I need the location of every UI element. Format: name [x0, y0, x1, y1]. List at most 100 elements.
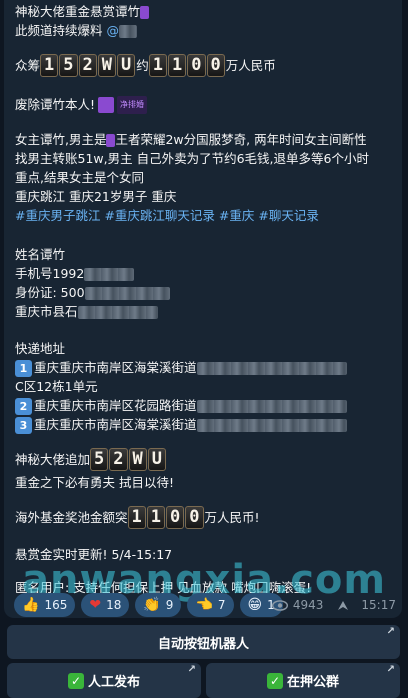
bounty-tiles-b: 1100: [148, 54, 226, 77]
reaction-count: 9: [165, 598, 174, 612]
reaction-count: 18: [106, 598, 122, 612]
heart-icon: ❤: [89, 597, 102, 613]
append-tiles: 52WU: [90, 448, 167, 471]
bounty-tiles-a: 152WU: [40, 54, 136, 77]
blurred-id: [84, 287, 170, 300]
digit-tile: 0: [185, 506, 204, 529]
addr-2-text: 重庆重庆市南岸区花园路街道: [34, 398, 197, 413]
message-content: 神秘大佬重金悬赏谭竹 此频道持续爆料 @ 众筹 152WU 约 1100 万人民…: [15, 2, 395, 597]
reaction-heart[interactable]: ❤ 18: [81, 593, 130, 617]
keycap-three-icon: 3: [15, 417, 32, 434]
escrow-group-button[interactable]: ✓ 在押公群 ↗: [206, 663, 400, 698]
delivery-addr-1: 1 重庆重庆市南岸区海棠溪街道: [15, 358, 395, 377]
append-prefix: 神秘大佬追加: [15, 452, 91, 467]
delivery-addr-2: 2 重庆重庆市南岸区花园路街道: [15, 396, 395, 415]
fund-prefix: 海外基金奖池金额突: [15, 510, 128, 525]
bot-button[interactable]: 自动按钮机器人 ↗: [7, 625, 400, 659]
sticker-label: 净排婚: [117, 95, 148, 114]
share-arrow-icon[interactable]: [336, 598, 350, 612]
digit-tile: W: [97, 54, 117, 77]
delivery-addr-3: 3 重庆重庆市南岸区海棠溪街道: [15, 415, 395, 434]
digit-tile: 0: [187, 54, 206, 77]
channel-line: 此频道持续爆料 @: [15, 21, 395, 40]
digit-tile: 2: [78, 54, 97, 77]
para-4: 重庆跳江 重庆21岁男子 重庆: [15, 189, 177, 204]
external-link-icon: ↗: [386, 664, 395, 675]
abolish-line: 废除谭竹本人! 净排婚: [15, 91, 395, 118]
check-mark-icon: ✓: [67, 672, 84, 689]
fund-suffix: 万人民币!: [204, 510, 260, 525]
digit-tile: 5: [90, 448, 109, 471]
id-text: 身份证: 500: [15, 285, 85, 300]
digit-tile: W: [128, 448, 147, 471]
id-line: 身份证: 500: [15, 283, 395, 302]
escrow-button-label: 在押公群: [286, 675, 339, 690]
publish-button-label: 人工发布: [87, 675, 140, 690]
digit-tile: 1: [168, 54, 187, 77]
fund-tiles: 1100: [127, 506, 205, 529]
clapping-hands-icon: 👏: [143, 597, 161, 613]
reaction-clap[interactable]: 👏 9: [135, 593, 182, 617]
addr-1-text: 重庆重庆市南岸区海棠溪街道: [34, 360, 197, 375]
reaction-thumbs-up[interactable]: 👍 165: [14, 593, 76, 617]
phone-line: 手机号1992: [15, 264, 395, 283]
publish-button[interactable]: ✓ 人工发布 ↗: [7, 663, 201, 698]
blurred-addr-1: [196, 362, 347, 375]
reactions-bar: 👍 165 ❤ 18 👏 9 👈 7 😁 1: [14, 593, 283, 617]
blurred-address: [77, 306, 158, 319]
digit-tile: U: [117, 54, 136, 77]
abolish-text: 废除谭竹本人!: [15, 97, 96, 112]
message-meta: 4943 15:17: [271, 598, 396, 612]
delivery-title: 快递地址: [15, 341, 66, 356]
sticker-figure-icon: [98, 96, 115, 113]
para-1-a: 女主谭竹,男主是: [15, 132, 107, 147]
digit-tile: 1: [148, 54, 168, 77]
digit-tile: 1: [40, 54, 59, 77]
para-2: 找男主转账51w,男主 自己外卖为了节约6毛钱,退单多等6个小时: [15, 151, 369, 166]
bot-button-label: 自动按钮机器人: [157, 636, 249, 652]
bounty-mid: 约: [136, 58, 149, 73]
views-count: 4943: [292, 598, 324, 612]
blurred-phone: [84, 268, 135, 281]
digit-tile: 0: [206, 54, 225, 77]
grinning-face-icon: 😁: [247, 597, 263, 613]
channel-text: 此频道持续爆料: [15, 23, 103, 38]
digit-tile: U: [147, 448, 167, 471]
para-1: 女主谭竹,男主是 王者荣耀2w分国服梦奇, 两年时间女主间断性: [15, 130, 395, 149]
eye-icon: [271, 599, 288, 611]
message-time: 15:17: [361, 598, 396, 612]
blurred-handle: [119, 25, 137, 38]
external-link-icon: ↗: [386, 626, 395, 637]
address-text: 重庆市县石: [15, 304, 78, 319]
purple-sticker-icon: [140, 6, 150, 19]
digit-tile: 0: [166, 506, 185, 529]
blurred-addr-3: [196, 419, 347, 432]
digit-tile: 5: [59, 54, 78, 77]
hashtags-link[interactable]: #重庆男子跳江 #重庆跳江聊天记录 #重庆 #聊天记录: [15, 206, 395, 225]
digit-tile: 2: [109, 448, 128, 471]
addr-3-text: 重庆重庆市南岸区海棠溪街道: [34, 417, 197, 432]
delivery-addr-1-cont: C区12栋1单元: [15, 379, 98, 394]
keycap-two-icon: 2: [15, 398, 32, 415]
para-3: 重点,结果女主是个女同: [15, 170, 144, 185]
reaction-count: 165: [44, 598, 68, 612]
append-line: 神秘大佬追加 52WU: [15, 446, 395, 473]
reaction-point[interactable]: 👈 7: [187, 593, 234, 617]
headline: 神秘大佬重金悬赏谭竹: [15, 2, 395, 21]
check-mark-icon: ✓: [266, 672, 283, 689]
reaction-count: 7: [217, 598, 226, 612]
headline-text: 神秘大佬重金悬赏谭竹: [15, 4, 141, 19]
bounty-prefix: 众筹: [15, 58, 41, 73]
phone-text: 手机号1992: [15, 266, 85, 281]
brave-line: 重金之下必有勇夫 拭目以待!: [15, 475, 174, 490]
bounty-line: 众筹 152WU 约 1100 万人民币: [15, 52, 395, 79]
thumbs-up-icon: 👍: [22, 597, 40, 613]
digit-tile: 1: [127, 506, 146, 529]
bounty-suffix: 万人民币: [225, 58, 276, 73]
blurred-addr-2: [196, 400, 347, 413]
external-link-icon: ↗: [187, 664, 196, 675]
digit-tile: 1: [146, 506, 166, 529]
para-1-b: 王者荣耀2w分国服梦奇, 两年时间女主间断性: [115, 132, 367, 147]
channel-handle-link[interactable]: @: [107, 23, 120, 38]
pointing-hand-icon: 👈: [195, 597, 213, 613]
